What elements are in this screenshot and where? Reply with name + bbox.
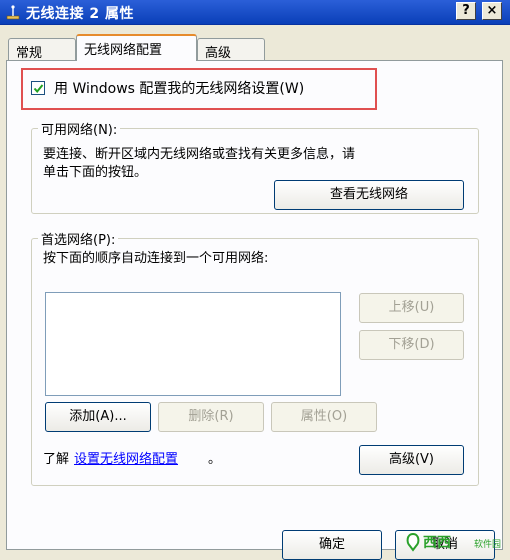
tab-wireless-networks[interactable]: 无线网络配置: [76, 34, 197, 61]
watermark-subtext: 软件园: [474, 540, 502, 550]
tab-advanced[interactable]: 高级: [197, 38, 265, 61]
move-up-button[interactable]: 上移(U): [359, 293, 464, 323]
close-button[interactable]: ×: [482, 2, 502, 20]
view-wireless-networks-button[interactable]: 查看无线网络: [274, 180, 464, 210]
preferred-description: 按下面的顺序自动连接到一个可用网络:: [43, 251, 269, 266]
preferred-networks-legend: 首选网络(P):: [38, 229, 119, 248]
use-windows-config-label: 用 Windows 配置我的无线网络设置(W): [54, 81, 305, 97]
watermark-text: 西西: [423, 535, 451, 551]
network-connection-icon: [6, 5, 20, 20]
move-down-button[interactable]: 下移(D): [359, 330, 464, 360]
tab-strip: 常规 无线网络配置 高级: [0, 30, 510, 61]
tab-general[interactable]: 常规: [8, 38, 76, 61]
title-bar: 无线连接 2 属性 ? ×: [0, 0, 510, 25]
add-button[interactable]: 添加(A)...: [45, 402, 151, 432]
available-description-line1: 要连接、断开区域内无线网络或查找有关更多信息，请: [43, 147, 356, 162]
help-button[interactable]: ?: [456, 2, 476, 20]
learn-prefix: 了解: [43, 452, 70, 467]
properties-button[interactable]: 属性(O): [271, 402, 377, 432]
watermark-logo-icon: [406, 532, 420, 552]
remove-button[interactable]: 删除(R): [158, 402, 264, 432]
learn-wireless-config-link[interactable]: 设置无线网络配置: [74, 448, 178, 467]
window-title: 无线连接 2 属性: [26, 6, 134, 22]
advanced-button[interactable]: 高级(V): [359, 445, 464, 475]
learn-suffix: 。: [208, 452, 222, 467]
ok-button[interactable]: 确定: [282, 530, 382, 560]
available-networks-legend: 可用网络(N):: [38, 119, 121, 138]
available-description-line2: 单击下面的按钮。: [43, 165, 148, 180]
use-windows-config-checkbox[interactable]: [31, 81, 45, 95]
preferred-networks-list[interactable]: [45, 292, 341, 396]
checkmark-icon: [33, 84, 44, 94]
